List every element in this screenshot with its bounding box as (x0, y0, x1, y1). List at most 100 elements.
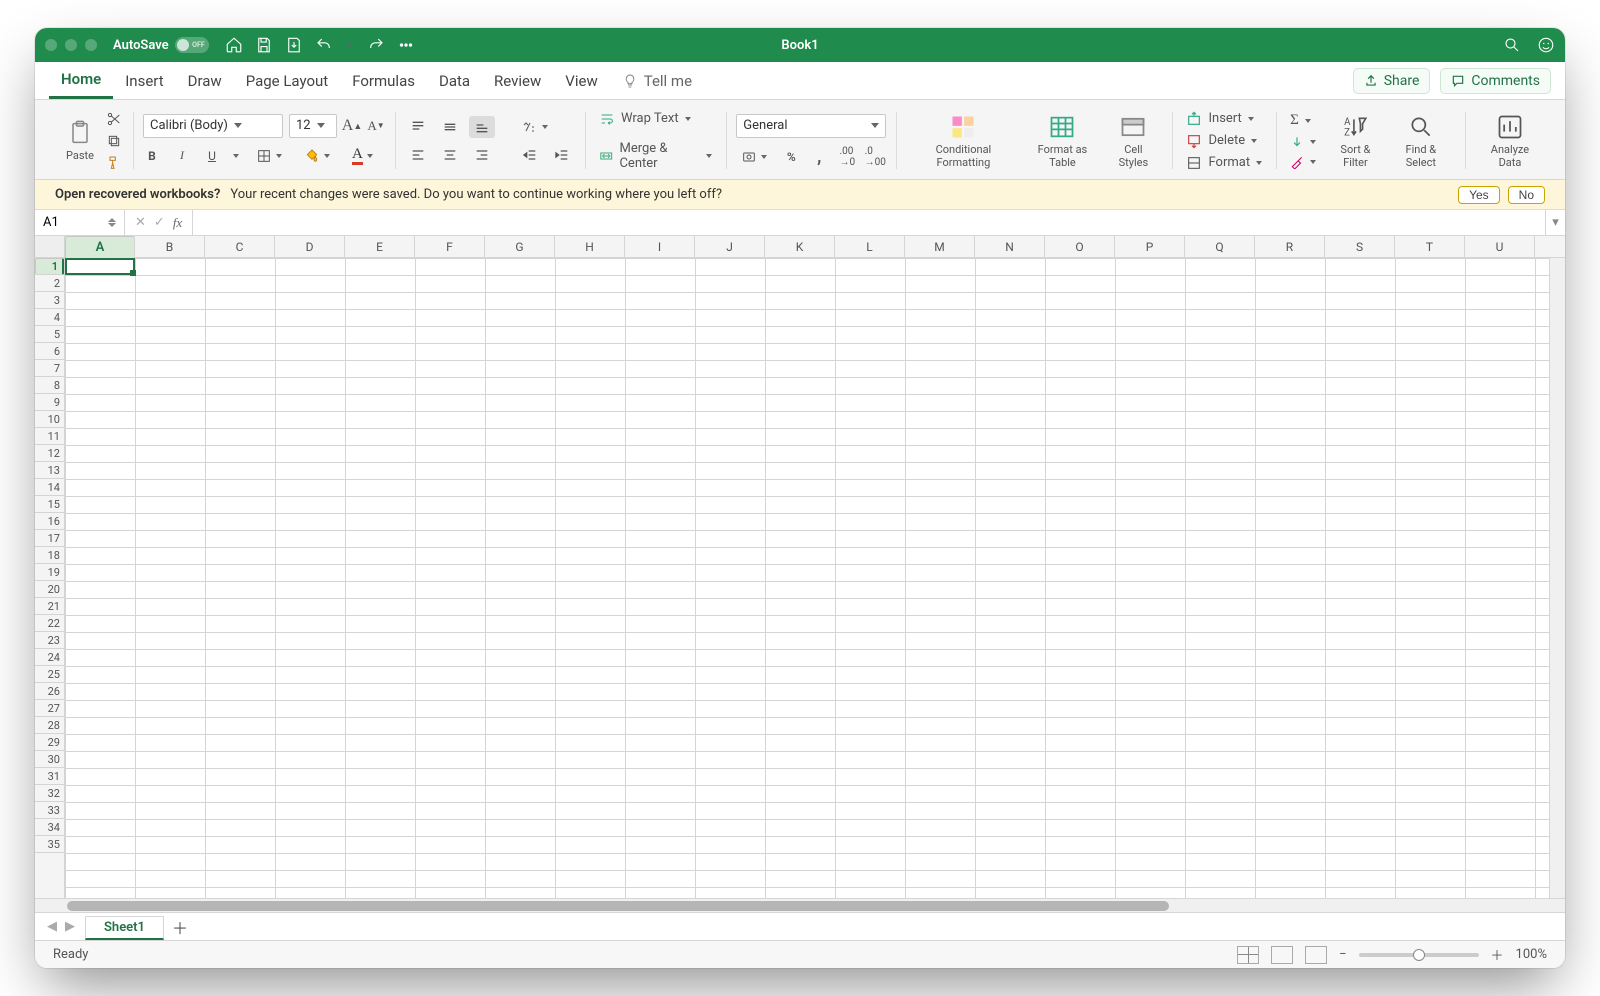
row-header[interactable]: 25 (35, 666, 64, 683)
borders-button[interactable] (251, 145, 287, 167)
column-header[interactable]: G (485, 236, 555, 257)
column-header[interactable]: Q (1185, 236, 1255, 257)
column-header[interactable]: N (975, 236, 1045, 257)
row-header[interactable]: 19 (35, 564, 64, 581)
row-header[interactable]: 34 (35, 819, 64, 836)
redo-icon[interactable] (367, 36, 385, 54)
row-header[interactable]: 7 (35, 360, 64, 377)
wrap-text-button[interactable]: Wrap Text (595, 109, 716, 129)
ribbon-tab-formulas[interactable]: Formulas (340, 62, 427, 99)
format-painter-icon[interactable] (105, 154, 123, 172)
increase-indent-button[interactable] (549, 144, 575, 166)
analyze-data-button[interactable]: Analyze Data (1475, 112, 1545, 168)
row-header[interactable]: 12 (35, 445, 64, 462)
bold-button[interactable]: B (143, 147, 161, 165)
clear-button[interactable] (1286, 153, 1320, 171)
column-header[interactable]: O (1045, 236, 1115, 257)
home-icon[interactable] (225, 36, 243, 54)
column-header[interactable]: E (345, 236, 415, 257)
format-as-table-button[interactable]: Format as Table (1021, 112, 1105, 168)
column-header[interactable]: T (1395, 236, 1465, 257)
share-button[interactable]: Share (1353, 68, 1431, 94)
enter-formula-icon[interactable]: ✓ (154, 215, 165, 230)
fill-handle[interactable] (130, 270, 136, 276)
insert-cells-button[interactable]: Insert (1182, 109, 1266, 129)
row-header[interactable]: 27 (35, 700, 64, 717)
zoom-window-button[interactable] (85, 39, 97, 51)
row-header[interactable]: 30 (35, 751, 64, 768)
message-no-button[interactable]: No (1508, 186, 1545, 204)
cell-styles-button[interactable]: Cell Styles (1104, 112, 1162, 168)
number-format-select[interactable]: General (736, 114, 886, 138)
fx-label[interactable]: fx (173, 215, 182, 231)
vertical-scrollbar[interactable] (1549, 258, 1565, 898)
row-header[interactable]: 35 (35, 836, 64, 853)
row-header[interactable]: 29 (35, 734, 64, 751)
undo-dropdown[interactable] (345, 36, 355, 54)
underline-button[interactable]: U (203, 147, 221, 165)
column-header[interactable]: J (695, 236, 765, 257)
italic-button[interactable]: I (173, 147, 191, 165)
formula-input[interactable] (193, 210, 1545, 235)
row-header[interactable]: 13 (35, 462, 64, 479)
ribbon-tab-insert[interactable]: Insert (113, 62, 175, 99)
normal-view-button[interactable] (1237, 946, 1259, 964)
copy-icon[interactable] (105, 132, 123, 150)
tell-me-search[interactable]: Tell me (610, 62, 704, 99)
comma-format-button[interactable]: , (810, 148, 828, 166)
conditional-formatting-button[interactable]: Conditional Formatting (906, 112, 1020, 168)
percent-format-button[interactable]: % (782, 148, 800, 166)
row-header[interactable]: 8 (35, 377, 64, 394)
format-cells-button[interactable]: Format (1182, 153, 1266, 173)
align-left-button[interactable] (405, 144, 431, 166)
row-header[interactable]: 6 (35, 343, 64, 360)
hscroll-thumb[interactable] (67, 901, 1169, 911)
row-header[interactable]: 32 (35, 785, 64, 802)
row-header[interactable]: 21 (35, 598, 64, 615)
column-header[interactable]: B (135, 236, 205, 257)
column-header[interactable]: H (555, 236, 625, 257)
column-header[interactable]: L (835, 236, 905, 257)
name-box[interactable]: A1 (35, 210, 125, 235)
find-select-button[interactable]: Find & Select (1387, 112, 1455, 168)
row-header[interactable]: 2 (35, 275, 64, 292)
column-header[interactable]: R (1255, 236, 1325, 257)
comments-button[interactable]: Comments (1440, 68, 1551, 94)
ribbon-tab-draw[interactable]: Draw (176, 62, 234, 99)
column-header[interactable]: U (1465, 236, 1535, 257)
undo-icon[interactable] (315, 36, 333, 54)
horizontal-scrollbar[interactable] (35, 898, 1565, 912)
fill-color-button[interactable] (299, 145, 335, 167)
minimize-window-button[interactable] (65, 39, 77, 51)
message-yes-button[interactable]: Yes (1458, 186, 1500, 204)
page-layout-view-button[interactable] (1271, 946, 1293, 964)
row-header[interactable]: 5 (35, 326, 64, 343)
align-bottom-button[interactable] (469, 116, 495, 138)
column-header[interactable]: M (905, 236, 975, 257)
autosum-button[interactable]: Σ (1286, 110, 1320, 131)
sheet-nav-prev[interactable]: ◀ (43, 919, 61, 934)
save-icon[interactable] (255, 36, 273, 54)
decrease-indent-button[interactable] (517, 144, 543, 166)
accounting-format-button[interactable] (736, 146, 772, 168)
row-header[interactable]: 15 (35, 496, 64, 513)
zoom-slider[interactable] (1359, 953, 1479, 957)
column-header[interactable]: S (1325, 236, 1395, 257)
row-header[interactable]: 11 (35, 428, 64, 445)
row-header[interactable]: 33 (35, 802, 64, 819)
zoom-out-button[interactable]: − (1339, 947, 1346, 962)
cancel-formula-icon[interactable]: ✕ (135, 215, 146, 230)
column-header[interactable]: D (275, 236, 345, 257)
column-header[interactable]: A (65, 236, 135, 260)
row-header[interactable]: 17 (35, 530, 64, 547)
sheet-tab[interactable]: Sheet1 (85, 916, 164, 940)
autosave-toggle[interactable]: AutoSave OFF (113, 37, 209, 53)
column-header[interactable]: F (415, 236, 485, 257)
row-header[interactable]: 16 (35, 513, 64, 530)
search-icon[interactable] (1503, 36, 1521, 54)
font-name-select[interactable]: Calibri (Body) (143, 114, 283, 138)
font-size-select[interactable]: 12 (289, 114, 337, 138)
add-sheet-button[interactable]: ＋ (172, 915, 188, 939)
align-center-button[interactable] (437, 144, 463, 166)
row-header[interactable]: 20 (35, 581, 64, 598)
